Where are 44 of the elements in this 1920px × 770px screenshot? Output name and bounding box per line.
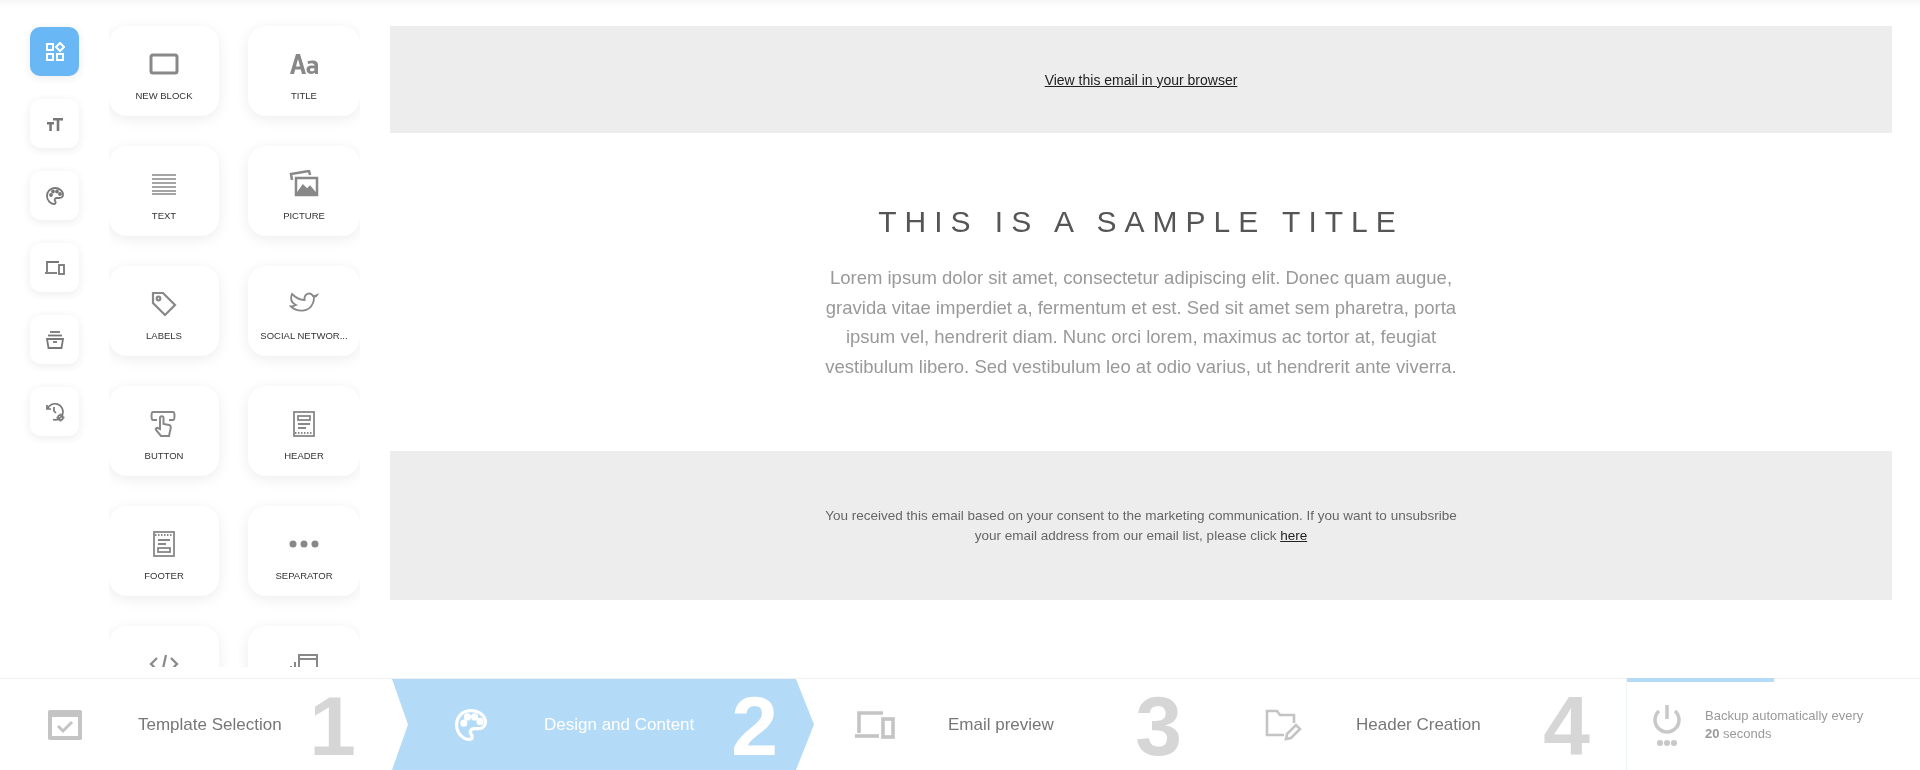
step-label: Header Creation xyxy=(1356,714,1482,735)
backup-text: Backup automatically every 20 seconds xyxy=(1705,706,1865,743)
view-in-browser-link[interactable]: View this email in your browser xyxy=(1044,71,1238,88)
unsubscribe-link[interactable]: here xyxy=(1280,528,1308,543)
block-tile[interactable]: TITLE xyxy=(248,26,360,116)
email-title: THIS IS A SAMPLE TITLE xyxy=(878,205,1404,239)
font-icon xyxy=(289,52,319,76)
lines-icon xyxy=(151,173,177,195)
email-body-text: Lorem ipsum dolor sit amet, consectetur adipiscing elit. Donec quam augue, gravida vitae imperdiet a, fermentum et est. Sed sit amet sem pharetra, porta ipsum vel, hendrerit diam. Nunc orci lorem, maximus ac tortor at, feugiat vestibulum libero. Sed vestibulum leo at odio varius, ut hendrerit ante viverra. xyxy=(824,266,1458,379)
sidebar-button[interactable] xyxy=(30,315,79,364)
block-tile[interactable]: SEPARATOR xyxy=(248,506,360,596)
sidebar-button[interactable] xyxy=(30,387,79,436)
step-label: Email preview xyxy=(948,714,1055,735)
block-tile[interactable]: BUTTON xyxy=(109,386,219,476)
sidebar-button[interactable] xyxy=(30,27,79,76)
block-tile[interactable]: SOCIAL NETWOR... xyxy=(248,266,360,356)
rectangle-icon xyxy=(149,53,179,75)
block-tile[interactable]: HEADER xyxy=(248,386,360,476)
step-number: 2 xyxy=(731,684,778,768)
palette-icon xyxy=(453,706,489,743)
block-tile[interactable]: TEXT xyxy=(109,146,219,236)
block-tile[interactable]: FOOTER xyxy=(109,506,219,596)
photos-icon xyxy=(289,170,319,198)
tag-icon xyxy=(150,290,178,318)
block-tile[interactable]: NEW BLOCK xyxy=(109,26,219,116)
blocks-icon xyxy=(44,41,65,62)
step-label: Template Selection xyxy=(138,714,283,735)
step-label: Design and Content xyxy=(544,714,696,735)
document-icon xyxy=(292,410,316,438)
folder-pencil-icon xyxy=(1264,707,1302,742)
document-icon xyxy=(152,530,176,558)
checked-window-icon xyxy=(47,708,83,741)
sidebar-button[interactable] xyxy=(30,171,79,220)
palette-icon xyxy=(44,185,65,206)
history-settings-icon xyxy=(43,400,66,423)
devices-icon xyxy=(853,708,897,741)
block-tile[interactable]: LABELS xyxy=(109,266,219,356)
sidebar-button[interactable] xyxy=(30,243,79,292)
block-tile[interactable]: PICTURE xyxy=(248,146,360,236)
consent-text: You received this email based on your consent to the marketing communication. If you want to unsubsribe your email address from our email list, please click here xyxy=(824,507,1458,545)
devices-icon xyxy=(43,258,66,277)
archive-icon xyxy=(44,329,65,350)
sidebar-button[interactable] xyxy=(30,99,79,148)
dots-icon xyxy=(289,540,319,548)
